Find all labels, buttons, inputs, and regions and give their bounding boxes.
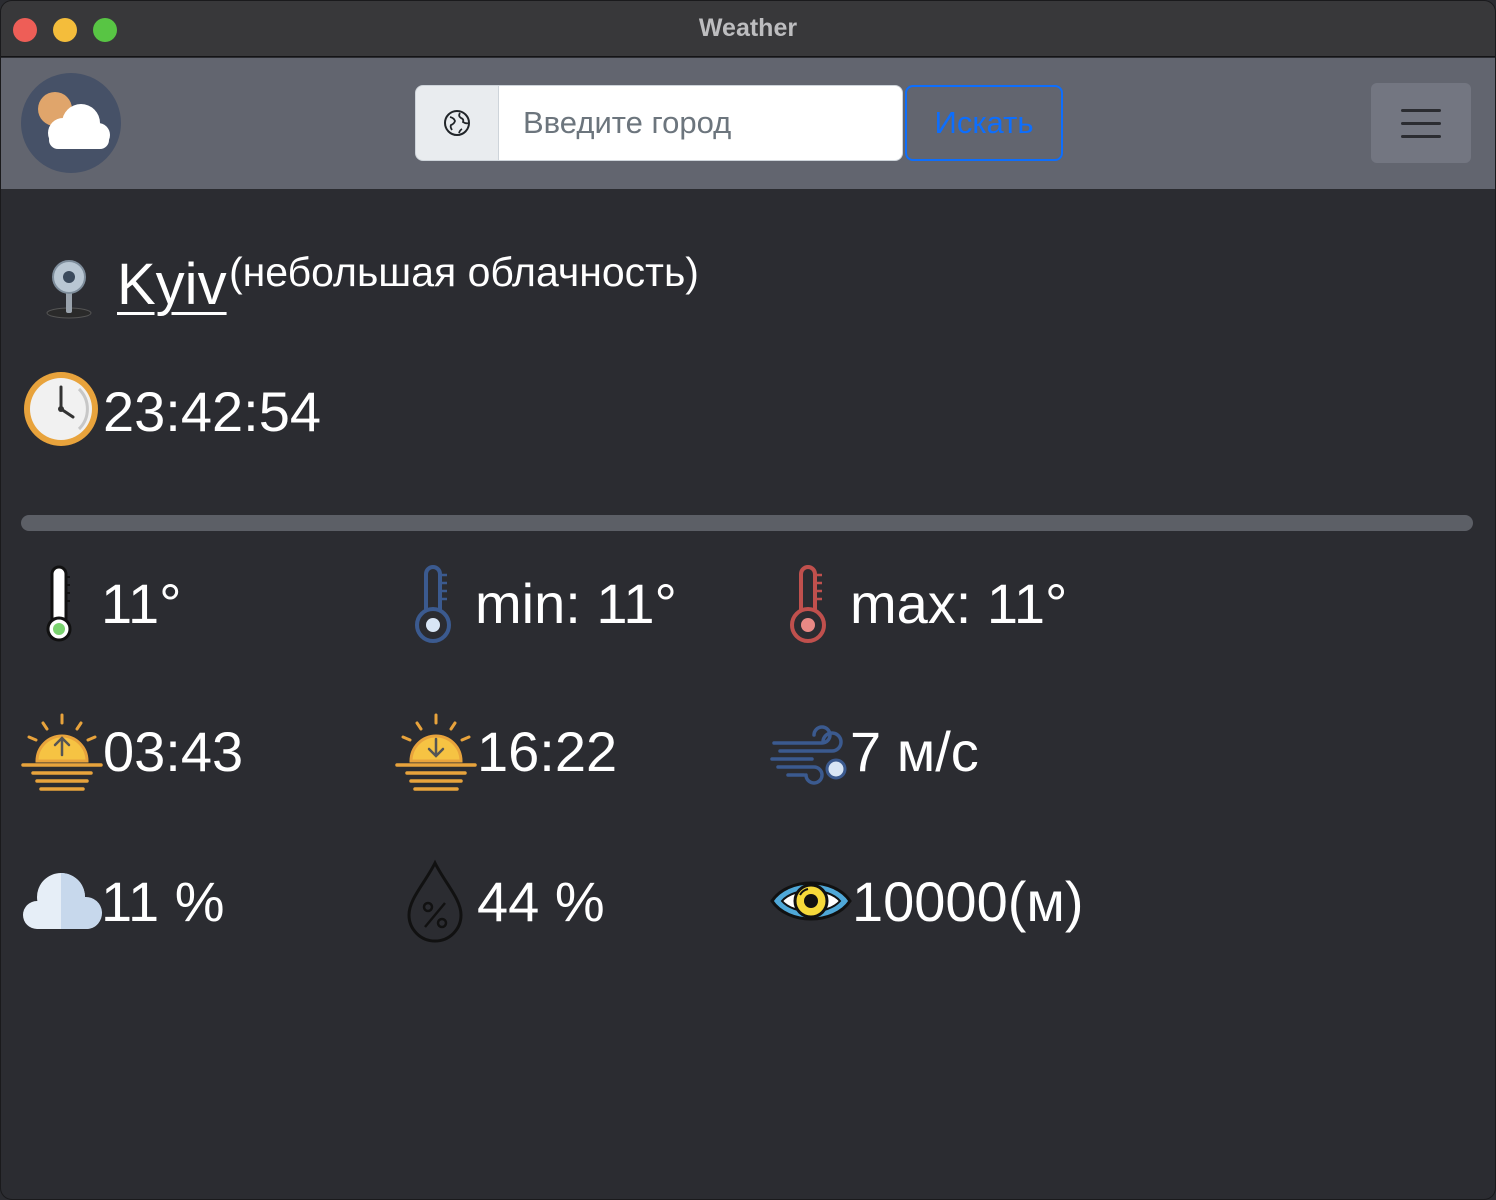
temperature-value: 11° bbox=[101, 572, 182, 635]
humidity-drop-icon bbox=[407, 859, 463, 943]
stat-humidity: 44 % bbox=[395, 859, 695, 943]
hamburger-menu-icon bbox=[1401, 108, 1441, 112]
cloud-icon bbox=[23, 873, 103, 929]
visibility-value: 10000(м) bbox=[852, 870, 1084, 933]
stat-sunset: 16:22 bbox=[395, 709, 695, 793]
app-logo[interactable] bbox=[21, 73, 121, 173]
temperature-max-value: max: 11° bbox=[850, 572, 1068, 635]
window-title: Weather bbox=[698, 14, 798, 42]
current-time: 23:42:54 bbox=[103, 380, 321, 443]
map-pin-icon bbox=[46, 260, 92, 319]
clouds-value: 11 % bbox=[101, 870, 225, 933]
stat-visibility: 10000(м) bbox=[770, 859, 1110, 943]
search-group: Искать bbox=[415, 85, 1063, 161]
city-name-link[interactable]: Kyiv bbox=[117, 251, 227, 318]
sunrise-icon bbox=[21, 713, 103, 791]
eye-icon bbox=[770, 881, 852, 921]
navbar: Искать bbox=[1, 58, 1495, 189]
humidity-value: 44 % bbox=[477, 870, 605, 933]
sun-behind-cloud-icon bbox=[38, 92, 110, 149]
wind-icon bbox=[770, 725, 847, 785]
stat-temperature: 11° bbox=[21, 561, 321, 645]
stat-temperature-min: min: 11° bbox=[395, 561, 725, 645]
section-divider bbox=[21, 515, 1473, 531]
thermometer-icon bbox=[46, 565, 72, 642]
menu-toggle-button[interactable] bbox=[1371, 83, 1471, 163]
title-bar[interactable]: Weather bbox=[1, 1, 1495, 57]
search-button[interactable]: Искать bbox=[905, 85, 1063, 161]
stat-clouds: 11 % bbox=[21, 859, 321, 943]
thermometer-cold-icon bbox=[415, 565, 451, 643]
clock-icon bbox=[24, 372, 98, 446]
stat-wind: 7 м/с bbox=[770, 709, 1070, 793]
temperature-min-value: min: 11° bbox=[475, 572, 677, 635]
weather-description: (небольшая облачность) bbox=[229, 249, 699, 295]
wind-value: 7 м/с bbox=[850, 720, 979, 783]
city-search-input[interactable] bbox=[499, 85, 903, 161]
sunset-icon bbox=[395, 713, 477, 791]
sunset-value: 16:22 bbox=[477, 720, 618, 783]
globe-icon bbox=[444, 110, 470, 136]
sunrise-value: 03:43 bbox=[103, 720, 244, 783]
search-addon bbox=[415, 85, 499, 161]
thermometer-hot-icon bbox=[790, 565, 826, 643]
stat-sunrise: 03:43 bbox=[21, 709, 321, 793]
stat-temperature-max: max: 11° bbox=[770, 561, 1100, 645]
app-window: Weather Искать bbox=[0, 0, 1496, 1200]
